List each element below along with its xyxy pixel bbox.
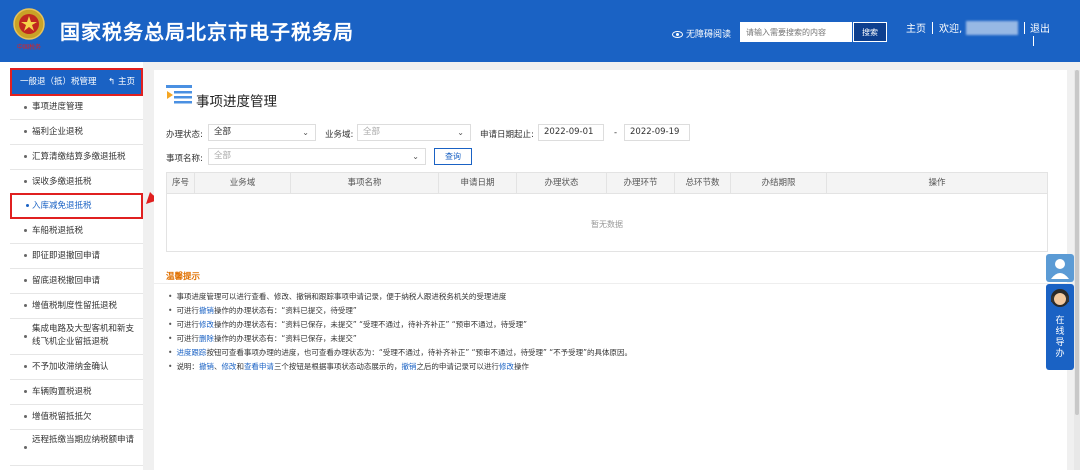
col-business: 业务域 bbox=[195, 173, 291, 193]
tip-line: 可进行删除操作的办理状态有：“资料已保存，未提交” bbox=[168, 334, 356, 344]
online-guide-text: 在线导办 bbox=[1055, 316, 1065, 359]
sidebar-home-link[interactable]: ↰ 主页 bbox=[108, 70, 135, 94]
sidebar-item-vehicle-purchase[interactable]: 车辆购置税退税 bbox=[10, 380, 143, 405]
top-links: 主页 欢迎, bbox=[906, 20, 1031, 35]
tax-emblem-icon: 中国税务 bbox=[13, 8, 45, 51]
sidebar-item-vat-offset[interactable]: 增值税留抵抵欠 bbox=[10, 405, 143, 430]
tip-link: 撤销 bbox=[401, 362, 417, 371]
item-name-label: 事项名称: bbox=[166, 154, 203, 164]
tip-link: 进度跟踪 bbox=[176, 348, 207, 357]
tip-line: 可进行撤销操作的办理状态有：“资料已提交，待受理” bbox=[168, 306, 356, 316]
svg-text:中国税务: 中国税务 bbox=[17, 43, 41, 51]
sidebar-item-remote-offset[interactable]: 远程抵缴当期应纳税额申请 bbox=[10, 430, 143, 466]
chevron-down-icon: ⌄ bbox=[457, 128, 464, 137]
progress-table: 序号 业务域 事项名称 申请日期 办理状态 办理环节 总环节数 办结期限 操作 … bbox=[166, 172, 1048, 252]
agent-avatar-icon bbox=[1051, 289, 1069, 307]
tips-title: 温馨提示 bbox=[166, 272, 201, 282]
tip-link: 删除 bbox=[198, 334, 214, 343]
logout-link[interactable]: 退出 bbox=[1030, 20, 1050, 35]
tip-link: 修改 bbox=[221, 362, 237, 371]
top-header: 中国税务 国家税务总局北京市电子税务局 无障碍阅读 搜索 主页 欢迎, 退出 bbox=[0, 0, 1080, 62]
status-label: 办理状态: bbox=[166, 130, 203, 140]
business-select[interactable]: 全部 ⌄ bbox=[357, 124, 471, 141]
tip-link: 修改 bbox=[198, 320, 214, 329]
tip-link: 查看申请 bbox=[243, 362, 274, 371]
sidebar-item-overpaid[interactable]: 误收多缴退抵税 bbox=[10, 170, 143, 195]
list-icon bbox=[166, 85, 192, 104]
sidebar-item-welfare[interactable]: 福利企业退税 bbox=[10, 120, 143, 145]
home-link[interactable]: 主页 bbox=[906, 20, 926, 35]
user-name-redacted bbox=[966, 21, 1019, 35]
date-start-input[interactable]: 2022-09-01 bbox=[538, 124, 604, 141]
accessibility-link[interactable]: 无障碍阅读 bbox=[672, 27, 731, 40]
tip-link: 撤销 bbox=[198, 362, 214, 371]
date-end-input[interactable]: 2022-09-19 bbox=[624, 124, 690, 141]
status-select[interactable]: 全部 ⌄ bbox=[208, 124, 316, 141]
sidebar-item-reduction-refund[interactable]: 入库减免退抵税 bbox=[10, 193, 143, 219]
col-step: 办理环节 bbox=[607, 173, 675, 193]
col-item-name: 事项名称 bbox=[291, 173, 439, 193]
sidebar-section-title[interactable]: 一般退（抵）税管理 ↰ 主页 bbox=[10, 68, 143, 96]
sidebar-item-ic-aircraft[interactable]: 集成电路及大型客机和新支线飞机企业留抵退税 bbox=[10, 319, 143, 355]
tip-link: 修改 bbox=[498, 362, 514, 371]
col-status: 办理状态 bbox=[517, 173, 607, 193]
date-range-label: 申请日期起止: bbox=[480, 130, 534, 140]
date-separator: - bbox=[614, 128, 618, 138]
page-scrollbar[interactable] bbox=[1074, 70, 1080, 470]
customer-service-icon[interactable] bbox=[1046, 254, 1074, 282]
sidebar-item-vat-retained[interactable]: 增值税制度性留抵退税 bbox=[10, 294, 143, 319]
main-panel: 事项进度管理 办理状态: 全部 ⌄ 业务域: 全部 ⌄ 申请日期起止: 2022-0… bbox=[154, 70, 1067, 470]
col-deadline: 办结期限 bbox=[731, 173, 827, 193]
site-title: 国家税务总局北京市电子税务局 bbox=[60, 20, 354, 44]
sidebar-item-progress[interactable]: 事项进度管理 bbox=[10, 96, 143, 120]
welcome-text: 欢迎, bbox=[939, 24, 963, 35]
scrollbar-thumb[interactable] bbox=[1075, 70, 1079, 415]
search-input[interactable] bbox=[740, 22, 852, 42]
empty-state: 暂无数据 bbox=[591, 220, 623, 229]
sidebar-item-late-fee[interactable]: 不予加收滞纳金确认 bbox=[10, 355, 143, 380]
tip-line: 说明：撤销、修改和查看申请三个按钮是根据事项状态动态展示的，撤销之后的申请记录可… bbox=[168, 362, 529, 372]
eye-icon bbox=[672, 31, 683, 38]
tip-link: 撤销 bbox=[198, 306, 214, 315]
col-index: 序号 bbox=[167, 173, 195, 193]
sidebar-item-retained-withdraw[interactable]: 留底退税撤回申请 bbox=[10, 269, 143, 294]
sidebar: 一般退（抵）税管理 ↰ 主页 事项进度管理 福利企业退税 汇算清缴结算多缴退抵税… bbox=[0, 62, 143, 470]
sidebar-item-instant-refund[interactable]: 即征即退撤回申请 bbox=[10, 244, 143, 269]
sidebar-item-vehicle-vessel[interactable]: 车船税退抵税 bbox=[10, 219, 143, 244]
sidebar-item-settlement[interactable]: 汇算清缴结算多缴退抵税 bbox=[10, 145, 143, 170]
online-guide-button[interactable]: 在线导办 bbox=[1046, 284, 1074, 370]
tip-line: 进度跟踪按钮可查看事项办理的进度，也可查看办理状态为：“受理不通过，待补齐补正”… bbox=[168, 348, 632, 358]
col-actions: 操作 bbox=[928, 178, 946, 188]
chevron-down-icon: ⌄ bbox=[412, 152, 419, 161]
page-title: 事项进度管理 bbox=[196, 94, 277, 110]
item-name-select[interactable]: 全部 ⌄ bbox=[208, 148, 426, 165]
business-label: 业务域: bbox=[325, 130, 354, 140]
tip-line: 可进行修改操作的办理状态有：“资料已保存，未提交” “受理不通过，待补齐补正” … bbox=[168, 320, 527, 330]
search-button[interactable]: 搜索 bbox=[853, 22, 887, 42]
col-apply-date: 申请日期 bbox=[439, 173, 517, 193]
chevron-down-icon: ⌄ bbox=[302, 128, 309, 137]
query-button[interactable]: 查询 bbox=[434, 148, 472, 165]
tip-line: 事项进度管理可以进行查看、修改、撤销和跟踪事项申请记录，便于纳税人跟进税务机关的… bbox=[168, 292, 506, 302]
table-header: 序号 业务域 事项名称 申请日期 办理状态 办理环节 总环节数 办结期限 操作 bbox=[167, 173, 1047, 194]
col-total-steps: 总环节数 bbox=[675, 173, 731, 193]
